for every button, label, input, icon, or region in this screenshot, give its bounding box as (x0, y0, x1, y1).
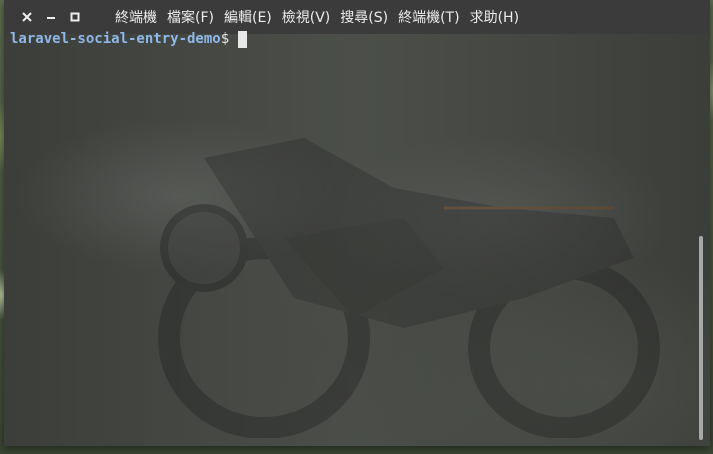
minimize-icon (47, 17, 55, 19)
prompt-directory: laravel-social-entry-demo (10, 31, 221, 47)
text-cursor (238, 30, 248, 48)
menu-terminal-app[interactable]: 終端機 (110, 7, 162, 27)
menu-help[interactable]: 求助(H) (465, 7, 524, 27)
menu-search[interactable]: 搜尋(S) (335, 7, 393, 27)
terminal-content[interactable]: laravel-social-entry-demo $ (10, 30, 692, 446)
scrollbar[interactable] (696, 30, 706, 444)
menubar: 終端機 檔案(F) 編輯(E) 檢視(V) 搜尋(S) 終端機(T) 求助(H) (110, 7, 524, 27)
maximize-icon (70, 12, 80, 22)
menu-file[interactable]: 檔案(F) (162, 7, 219, 27)
window-controls (4, 10, 110, 24)
menu-terminal[interactable]: 終端機(T) (393, 7, 464, 27)
minimize-button[interactable] (44, 10, 58, 24)
close-button[interactable] (20, 10, 34, 24)
terminal-window: 終端機 檔案(F) 編輯(E) 檢視(V) 搜尋(S) 終端機(T) 求助(H)… (4, 0, 710, 446)
menu-view[interactable]: 檢視(V) (277, 7, 336, 27)
maximize-button[interactable] (68, 10, 82, 24)
menu-edit[interactable]: 編輯(E) (219, 7, 277, 27)
titlebar: 終端機 檔案(F) 編輯(E) 檢視(V) 搜尋(S) 終端機(T) 求助(H) (4, 0, 710, 34)
prompt-line: laravel-social-entry-demo $ (10, 30, 692, 48)
close-icon (22, 12, 32, 22)
prompt-symbol: $ (220, 31, 230, 47)
scrollbar-thumb[interactable] (699, 236, 703, 440)
